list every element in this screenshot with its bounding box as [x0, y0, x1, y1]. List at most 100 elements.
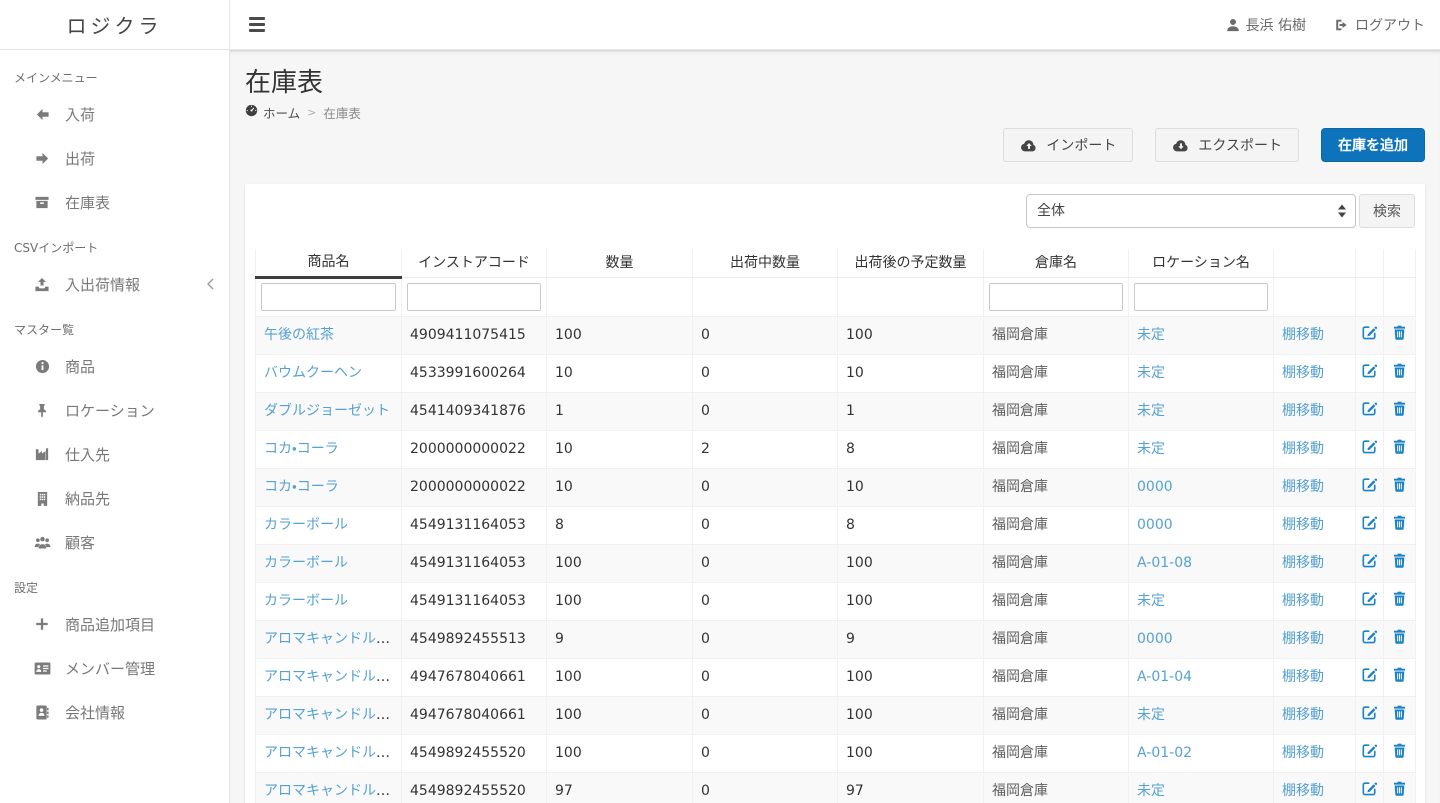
- product-link[interactable]: カラーボール: [264, 555, 348, 571]
- export-button[interactable]: エクスポート: [1155, 128, 1299, 162]
- column-header-planned-quantity[interactable]: 出荷後の予定数量: [838, 249, 984, 278]
- delete-icon[interactable]: [1393, 515, 1406, 530]
- shelf-move-link[interactable]: 棚移動: [1282, 707, 1324, 723]
- delete-icon[interactable]: [1393, 363, 1406, 378]
- filter-instore-code-input[interactable]: [407, 283, 541, 311]
- delete-icon[interactable]: [1393, 591, 1406, 606]
- search-button[interactable]: 検索: [1359, 194, 1415, 228]
- sidebar-item-delivery-destinations[interactable]: 納品先: [0, 476, 229, 520]
- delete-icon[interactable]: [1393, 553, 1406, 568]
- breadcrumb-home-link[interactable]: ホーム: [245, 103, 300, 122]
- sidebar-item-inventory[interactable]: 在庫表: [0, 180, 229, 224]
- edit-icon[interactable]: [1362, 629, 1377, 644]
- location-link[interactable]: 未定: [1137, 783, 1165, 799]
- sidebar-item-product-extra-fields[interactable]: 商品追加項目: [0, 602, 229, 646]
- sidebar-item-inout-info[interactable]: 入出荷情報: [0, 262, 229, 306]
- sidebar-item-outbound[interactable]: 出荷: [0, 136, 229, 180]
- shelf-move-link[interactable]: 棚移動: [1282, 517, 1324, 533]
- delete-icon[interactable]: [1393, 629, 1406, 644]
- location-link[interactable]: 未定: [1137, 707, 1165, 723]
- shelf-move-link[interactable]: 棚移動: [1282, 365, 1324, 381]
- product-link[interactable]: コカ・コーラ: [264, 479, 339, 495]
- filter-location-input[interactable]: [1134, 283, 1268, 311]
- product-link[interactable]: ダブルジョーゼット: [264, 403, 390, 419]
- location-link[interactable]: A-01-04: [1137, 669, 1192, 685]
- delete-icon[interactable]: [1393, 705, 1406, 720]
- location-link[interactable]: 未定: [1137, 593, 1165, 609]
- sidebar-item-suppliers[interactable]: 仕入先: [0, 432, 229, 476]
- scope-select[interactable]: 全体: [1026, 194, 1356, 228]
- product-link[interactable]: バウムクーヘン: [264, 365, 362, 381]
- filter-product-name-input[interactable]: [261, 283, 396, 311]
- shelf-move-link[interactable]: 棚移動: [1282, 327, 1324, 343]
- column-header-warehouse[interactable]: 倉庫名: [984, 249, 1129, 278]
- shelf-move-link[interactable]: 棚移動: [1282, 783, 1324, 799]
- edit-icon[interactable]: [1362, 553, 1377, 568]
- logout-button[interactable]: ログアウト: [1334, 15, 1425, 35]
- product-link[interactable]: カラーボール: [264, 517, 348, 533]
- column-header-product-name[interactable]: 商品名: [256, 249, 402, 278]
- edit-icon[interactable]: [1362, 705, 1377, 720]
- shelf-move-link[interactable]: 棚移動: [1282, 555, 1324, 571]
- delete-icon[interactable]: [1393, 781, 1406, 796]
- column-header-quantity[interactable]: 数量: [547, 249, 693, 278]
- shelf-move-link[interactable]: 棚移動: [1282, 479, 1324, 495]
- location-link[interactable]: 未定: [1137, 441, 1165, 457]
- delete-icon[interactable]: [1393, 743, 1406, 758]
- delete-icon[interactable]: [1393, 439, 1406, 454]
- edit-icon[interactable]: [1362, 781, 1377, 796]
- shelf-move-link[interactable]: 棚移動: [1282, 631, 1324, 647]
- location-link[interactable]: 0000: [1137, 517, 1173, 533]
- add-inventory-button[interactable]: 在庫を追加: [1321, 128, 1425, 162]
- import-button[interactable]: インポート: [1003, 128, 1133, 162]
- product-link[interactable]: カラーボール: [264, 593, 348, 609]
- shelf-move-link[interactable]: 棚移動: [1282, 669, 1324, 685]
- location-link[interactable]: 未定: [1137, 327, 1165, 343]
- edit-icon[interactable]: [1362, 477, 1377, 492]
- column-header-location[interactable]: ロケーション名: [1129, 249, 1274, 278]
- shelf-move-link[interactable]: 棚移動: [1282, 441, 1324, 457]
- sidebar-item-products[interactable]: 商品: [0, 344, 229, 388]
- edit-icon[interactable]: [1362, 667, 1377, 682]
- edit-icon[interactable]: [1362, 325, 1377, 340]
- sidebar-toggle-icon[interactable]: [245, 13, 269, 36]
- delete-icon[interactable]: [1393, 401, 1406, 416]
- product-link[interactable]: アロマキャンドル ...: [264, 669, 394, 685]
- user-menu[interactable]: 長浜 佑樹: [1226, 15, 1306, 35]
- product-link[interactable]: アロマキャンドル ...: [264, 707, 394, 723]
- product-link[interactable]: コカ・コーラ: [264, 441, 339, 457]
- product-link[interactable]: アロマキャンドル ...: [264, 745, 394, 761]
- edit-icon[interactable]: [1362, 401, 1377, 416]
- product-link[interactable]: 午後の紅茶: [264, 327, 334, 343]
- sidebar-item-customers[interactable]: 顧客: [0, 520, 229, 564]
- edit-icon[interactable]: [1362, 515, 1377, 530]
- delete-icon[interactable]: [1393, 477, 1406, 492]
- delete-icon[interactable]: [1393, 325, 1406, 340]
- location-link[interactable]: A-01-08: [1137, 555, 1192, 571]
- brand-logo[interactable]: ロジクラ: [0, 0, 230, 49]
- edit-icon[interactable]: [1362, 363, 1377, 378]
- sidebar-item-locations[interactable]: ロケーション: [0, 388, 229, 432]
- cell-code: 4947678040661: [402, 659, 547, 697]
- column-header-instore-code[interactable]: インストアコード: [402, 249, 547, 278]
- location-link[interactable]: 未定: [1137, 403, 1165, 419]
- edit-icon[interactable]: [1362, 439, 1377, 454]
- filter-warehouse-input[interactable]: [989, 283, 1123, 311]
- cell-planned-quantity: 8: [838, 507, 984, 545]
- shelf-move-link[interactable]: 棚移動: [1282, 593, 1324, 609]
- shelf-move-link[interactable]: 棚移動: [1282, 745, 1324, 761]
- location-link[interactable]: 0000: [1137, 631, 1173, 647]
- product-link[interactable]: アロマキャンドルY...: [264, 631, 395, 647]
- sidebar-item-inbound[interactable]: 入荷: [0, 92, 229, 136]
- location-link[interactable]: 0000: [1137, 479, 1173, 495]
- sidebar-item-company-info[interactable]: 会社情報: [0, 690, 229, 734]
- column-header-shipping-quantity[interactable]: 出荷中数量: [693, 249, 838, 278]
- sidebar-item-member-management[interactable]: メンバー管理: [0, 646, 229, 690]
- edit-icon[interactable]: [1362, 591, 1377, 606]
- edit-icon[interactable]: [1362, 743, 1377, 758]
- location-link[interactable]: A-01-02: [1137, 745, 1192, 761]
- delete-icon[interactable]: [1393, 667, 1406, 682]
- product-link[interactable]: アロマキャンドル ...: [264, 783, 394, 799]
- location-link[interactable]: 未定: [1137, 365, 1165, 381]
- shelf-move-link[interactable]: 棚移動: [1282, 403, 1324, 419]
